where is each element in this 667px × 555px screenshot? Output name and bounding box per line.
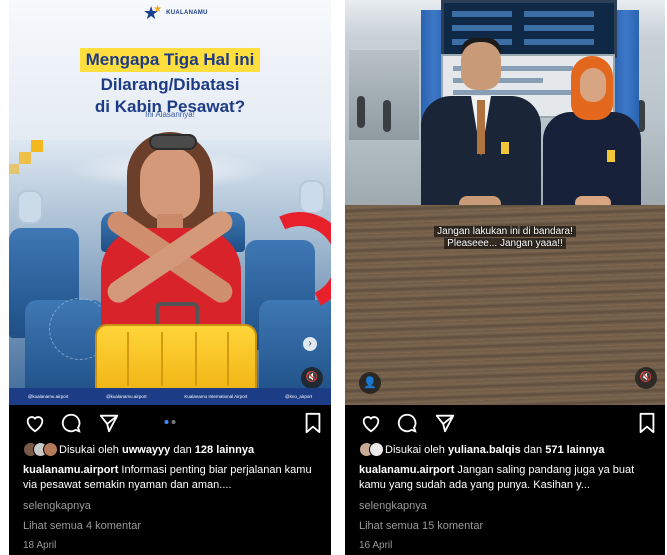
carousel-dot-active <box>164 420 169 424</box>
sunglasses-on-head <box>149 134 197 150</box>
liked-by-prefix: Disukai oleh <box>59 443 119 456</box>
comment-icon[interactable] <box>395 412 419 436</box>
background-person <box>357 96 365 128</box>
post-actions <box>9 410 331 436</box>
yellow-suitcase <box>95 324 257 394</box>
heart-icon[interactable] <box>359 412 383 436</box>
liked-by-count[interactable]: 571 lainnya <box>545 444 604 456</box>
bookmark-icon[interactable] <box>635 412 659 436</box>
comment-icon[interactable] <box>59 412 83 436</box>
post-image-cabin[interactable]: ★ ★ KUALANAMU Mengapa Tiga Hal ini Dilar… <box>9 0 331 405</box>
post-card-1: ★ ★ KUALANAMU Mengapa Tiga Hal ini Dilar… <box>9 0 331 555</box>
bookmark-icon[interactable] <box>301 412 325 436</box>
facebook-handle: Kualanamu International Airport <box>184 394 248 399</box>
decor-square <box>19 152 31 164</box>
brand-logo-text: KUALANAMU <box>166 10 208 16</box>
liked-by-prefix: Disukai oleh <box>385 443 445 456</box>
headline-line-1: Mengapa Tiga Hal ini <box>9 48 331 72</box>
more-link[interactable]: selengkapnya <box>359 500 427 512</box>
instagram-handle: @kualanamu.airport <box>27 394 69 399</box>
id-badge <box>501 142 509 154</box>
carousel-next-icon[interactable]: › <box>303 337 317 351</box>
man-tie <box>477 100 485 154</box>
post-date: 16 April <box>359 540 393 551</box>
cabin-window <box>17 190 43 224</box>
carousel-dot <box>171 420 176 424</box>
post-actions <box>345 410 665 436</box>
video-subtitle: Jangan lakukan ini di bandara! Pleaseee.… <box>345 226 665 250</box>
star-accent-icon: ★ <box>153 3 163 15</box>
post-video-airport[interactable]: Jangan lakukan ini di bandara! Pleaseee.… <box>345 0 665 405</box>
brand-logo: ★ ★ KUALANAMU <box>143 3 208 23</box>
cabin-window <box>299 180 325 214</box>
more-link[interactable]: selengkapnya <box>23 500 91 512</box>
decor-square <box>9 164 19 174</box>
post-date: 18 April <box>23 540 57 551</box>
view-comments-link[interactable]: Lihat semua 4 komentar <box>23 520 141 532</box>
liked-by-count[interactable]: 128 lainnya <box>195 444 254 456</box>
post-caption: kualanamu.airport Jangan saling pandang … <box>359 463 649 493</box>
caption-username[interactable]: kualanamu.airport <box>23 464 118 476</box>
carousel-indicator <box>164 420 176 424</box>
post-caption: kualanamu.airport Informasi penting biar… <box>23 463 313 493</box>
tiktok-handle: @kno_airport <box>285 394 313 399</box>
muted-speaker-icon[interactable]: 🔇 <box>635 367 657 389</box>
liked-by-suffix: dan <box>173 443 192 456</box>
user-icon[interactable]: 👤 <box>359 372 381 394</box>
avatar <box>43 442 58 457</box>
view-comments-link[interactable]: Lihat semua 15 komentar <box>359 520 483 532</box>
post-card-2: Jangan lakukan ini di bandara! Pleaseee.… <box>345 0 665 555</box>
liked-by-suffix: dan <box>523 443 543 456</box>
woman-face <box>580 68 606 102</box>
id-badge <box>607 150 615 162</box>
liker-avatars <box>359 442 384 457</box>
caption-username[interactable]: kualanamu.airport <box>359 464 454 476</box>
heart-icon[interactable] <box>23 412 47 436</box>
background-person <box>383 100 391 132</box>
subheadline: Ini Alasannya! <box>145 110 195 119</box>
send-icon[interactable] <box>97 412 121 436</box>
likes-summary[interactable]: Disukai oleh uwwayyy dan 128 lainnya <box>23 442 254 457</box>
decor-square <box>31 140 43 152</box>
twitter-handle: @kualanamu.airport <box>106 394 147 399</box>
send-icon[interactable] <box>433 412 457 436</box>
social-handles-bar: @kualanamu.airport @kualanamu.airport Ku… <box>9 388 331 405</box>
man-face <box>461 42 501 90</box>
woman-face <box>140 147 200 221</box>
avatar <box>369 442 384 457</box>
likes-summary[interactable]: Disukai oleh yuliana.balqis dan 571 lain… <box>359 442 605 457</box>
liker-avatars <box>23 442 58 457</box>
muted-speaker-icon[interactable]: 🔇 <box>301 367 323 389</box>
liked-by-user[interactable]: uwwayyy <box>122 444 170 456</box>
liked-by-user[interactable]: yuliana.balqis <box>448 444 521 456</box>
